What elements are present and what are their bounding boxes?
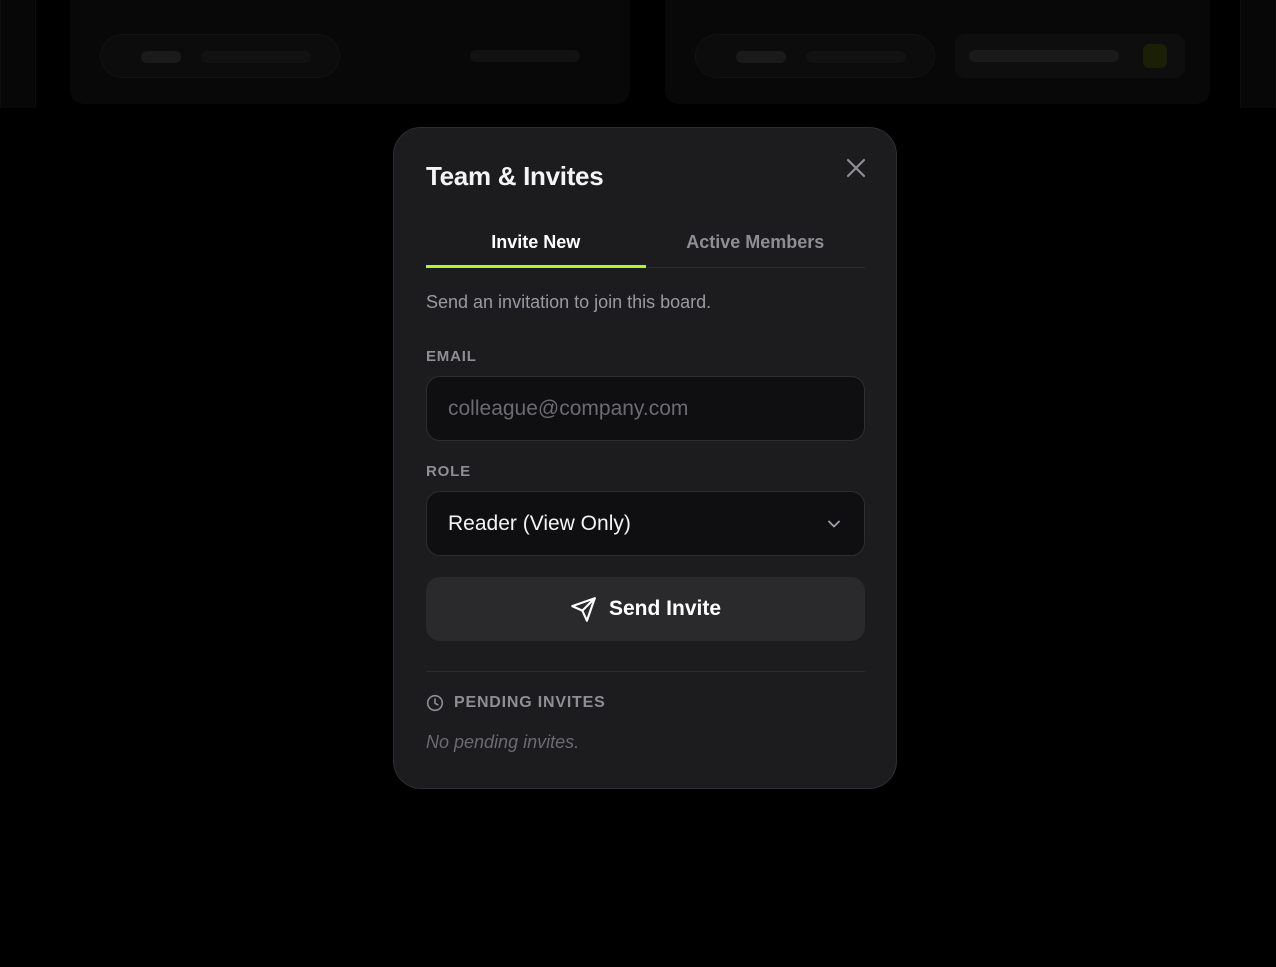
pending-invites-empty: No pending invites. bbox=[426, 732, 580, 752]
background-pill bbox=[695, 34, 935, 78]
tab-bar: Invite New Active Members bbox=[426, 222, 865, 268]
send-invite-label: Send Invite bbox=[608, 597, 722, 620]
close-icon bbox=[846, 158, 866, 178]
email-field-container bbox=[426, 376, 865, 441]
pending-invites-header: PENDING INVITES bbox=[426, 694, 606, 712]
background-card bbox=[665, 0, 1210, 104]
email-label: EMAIL bbox=[426, 348, 477, 365]
section-divider bbox=[426, 671, 865, 672]
role-select[interactable]: Reader (View Only) bbox=[426, 491, 865, 556]
role-label: ROLE bbox=[426, 463, 471, 480]
chevron-down-icon bbox=[828, 520, 840, 527]
background-column bbox=[0, 0, 36, 108]
invite-description: Send an invitation to join this board. bbox=[426, 292, 712, 312]
tab-active-members[interactable]: Active Members bbox=[646, 222, 866, 267]
modal-title: Team & Invites bbox=[426, 161, 604, 191]
pending-invites-title: PENDING INVITES bbox=[454, 694, 606, 711]
email-field[interactable] bbox=[448, 396, 843, 421]
background-pill bbox=[100, 34, 340, 78]
close-button[interactable] bbox=[840, 152, 872, 184]
send-invite-button[interactable]: Send Invite bbox=[426, 577, 865, 641]
background-button bbox=[955, 34, 1185, 78]
team-invites-modal: Team & Invites Invite New Active Members… bbox=[393, 127, 897, 789]
role-selected-value: Reader (View Only) bbox=[448, 511, 631, 535]
background-card bbox=[70, 0, 630, 104]
background-column bbox=[1240, 0, 1276, 108]
send-icon bbox=[571, 596, 596, 622]
clock-icon bbox=[426, 694, 444, 712]
tab-invite-new[interactable]: Invite New bbox=[426, 222, 646, 268]
